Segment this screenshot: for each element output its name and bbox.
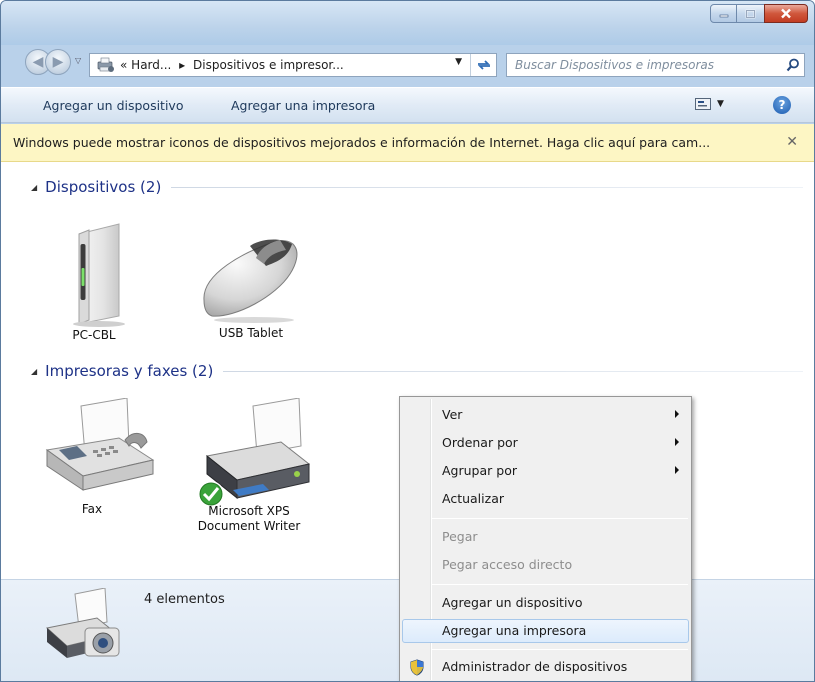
breadcrumb-separator-icon[interactable]: ▸ (179, 58, 185, 72)
collapse-triangle-icon[interactable]: ◢ (31, 183, 37, 192)
command-bar: Agregar un dispositivo Agregar una impre… (1, 87, 814, 123)
menu-item-label: Pegar acceso directo (442, 557, 573, 572)
breadcrumb-devices-printers[interactable]: Dispositivos e impresor... (193, 58, 344, 72)
menu-item-label: Ordenar por (442, 435, 518, 450)
menu-item-ordenar-por[interactable]: Ordenar por (402, 431, 689, 455)
device-item-pc[interactable]: PC-CBL (39, 216, 149, 343)
explorer-window: ◀ ▶ ▽ « Hard... ▸ Dispositivos e impreso… (0, 0, 815, 682)
menu-separator (432, 584, 688, 585)
printer-item-label: Fax (81, 502, 103, 516)
forward-button[interactable]: ▶ (45, 49, 71, 75)
menu-item-administrador-dispositivos[interactable]: Administrador de dispositivos (402, 655, 689, 679)
info-bar-text[interactable]: Windows puede mostrar iconos de disposit… (13, 135, 710, 150)
address-dropdown-icon[interactable]: ▼ (455, 57, 462, 67)
help-button[interactable]: ? (773, 96, 791, 114)
maximize-icon (745, 9, 756, 18)
uac-shield-icon (410, 659, 424, 676)
menu-item-pegar-acceso-directo[interactable]: Pegar acceso directo (402, 553, 689, 577)
device-item-usb-tablet[interactable]: USB Tablet (196, 222, 306, 341)
printer-camera-icon (45, 588, 120, 658)
view-icon (695, 98, 711, 110)
address-bar[interactable]: « Hard... ▸ Dispositivos e impresor... ▼ (89, 53, 497, 77)
title-bar (1, 1, 814, 45)
breadcrumb: « Hard... ▸ Dispositivos e impresor... (120, 58, 344, 72)
menu-item-actualizar[interactable]: Actualizar (402, 487, 689, 511)
devices-printers-icon (97, 57, 114, 72)
menu-item-agrupar-por[interactable]: Agrupar por (402, 459, 689, 483)
printer-item-label-line2: Document Writer (197, 519, 301, 533)
devices-group-header[interactable]: ◢ Dispositivos (2) (31, 178, 803, 196)
search-icon[interactable] (782, 58, 804, 72)
menu-item-label: Agregar una impresora (442, 623, 587, 638)
printer-item-fax[interactable]: Fax (37, 398, 155, 517)
navigation-row: ◀ ▶ ▽ « Hard... ▸ Dispositivos e impreso… (1, 45, 814, 79)
item-count: 4 elementos (144, 592, 225, 607)
menu-item-agregar-dispositivo[interactable]: Agregar un dispositivo (402, 591, 689, 615)
refresh-button[interactable] (470, 54, 496, 76)
menu-separator (432, 649, 688, 650)
mouse-icon (203, 239, 298, 323)
recent-pages-dropdown[interactable]: ▽ (75, 56, 81, 65)
info-bar-close-icon[interactable]: ✕ (786, 134, 798, 150)
menu-separator (432, 518, 688, 519)
minimize-button[interactable] (710, 4, 737, 23)
collapse-triangle-icon[interactable]: ◢ (31, 367, 37, 376)
search-box[interactable] (506, 53, 805, 77)
fax-icon (45, 398, 155, 491)
view-dropdown-icon: ▼ (717, 99, 724, 109)
back-arrow-icon: ◀ (32, 54, 44, 70)
caption-buttons (710, 4, 808, 23)
menu-item-label: Agrupar por (442, 463, 517, 478)
menu-item-ver[interactable]: Ver (402, 403, 689, 427)
change-view-button[interactable]: ▼ (695, 98, 724, 110)
breadcrumb-prefix[interactable]: « (120, 58, 127, 72)
devices-group-label: Dispositivos (2) (45, 178, 162, 196)
search-input[interactable] (515, 55, 782, 75)
maximize-button[interactable] (737, 4, 764, 23)
context-menu: Ver Ordenar por Agrupar por Actualizar P… (399, 396, 692, 681)
minimize-icon (719, 14, 728, 17)
menu-item-label: Administrador de dispositivos (442, 659, 628, 674)
printers-group-label: Impresoras y faxes (2) (45, 362, 214, 380)
menu-item-agregar-impresora[interactable]: Agregar una impresora (402, 619, 689, 643)
group-divider (223, 370, 803, 372)
device-item-label: PC-CBL (72, 328, 116, 342)
help-icon: ? (778, 98, 786, 112)
submenu-arrow-icon (675, 438, 679, 446)
menu-item-pegar[interactable]: Pegar (402, 525, 689, 549)
add-printer-command[interactable]: Agregar una impresora (231, 98, 375, 113)
info-bar[interactable]: Windows puede mostrar iconos de disposit… (1, 124, 814, 162)
menu-item-label: Actualizar (442, 491, 504, 506)
close-button[interactable] (764, 4, 808, 23)
printer-item-xps[interactable]: Microsoft XPS Document Writer (189, 398, 311, 534)
menu-item-label: Agregar un dispositivo (442, 595, 583, 610)
menu-item-label: Ver (442, 407, 463, 422)
device-item-label: USB Tablet (218, 326, 284, 340)
refresh-icon (477, 60, 490, 70)
printer-icon (198, 398, 311, 507)
add-device-command[interactable]: Agregar un dispositivo (43, 98, 183, 113)
group-divider (171, 186, 803, 188)
submenu-arrow-icon (675, 466, 679, 474)
menu-item-label: Pegar (442, 529, 478, 544)
computer-tower-icon (73, 223, 125, 327)
close-icon (781, 8, 791, 19)
breadcrumb-hardware[interactable]: Hard... (131, 58, 171, 72)
printers-group-header[interactable]: ◢ Impresoras y faxes (2) (31, 362, 803, 380)
submenu-arrow-icon (675, 410, 679, 418)
forward-arrow-icon: ▶ (52, 54, 64, 70)
